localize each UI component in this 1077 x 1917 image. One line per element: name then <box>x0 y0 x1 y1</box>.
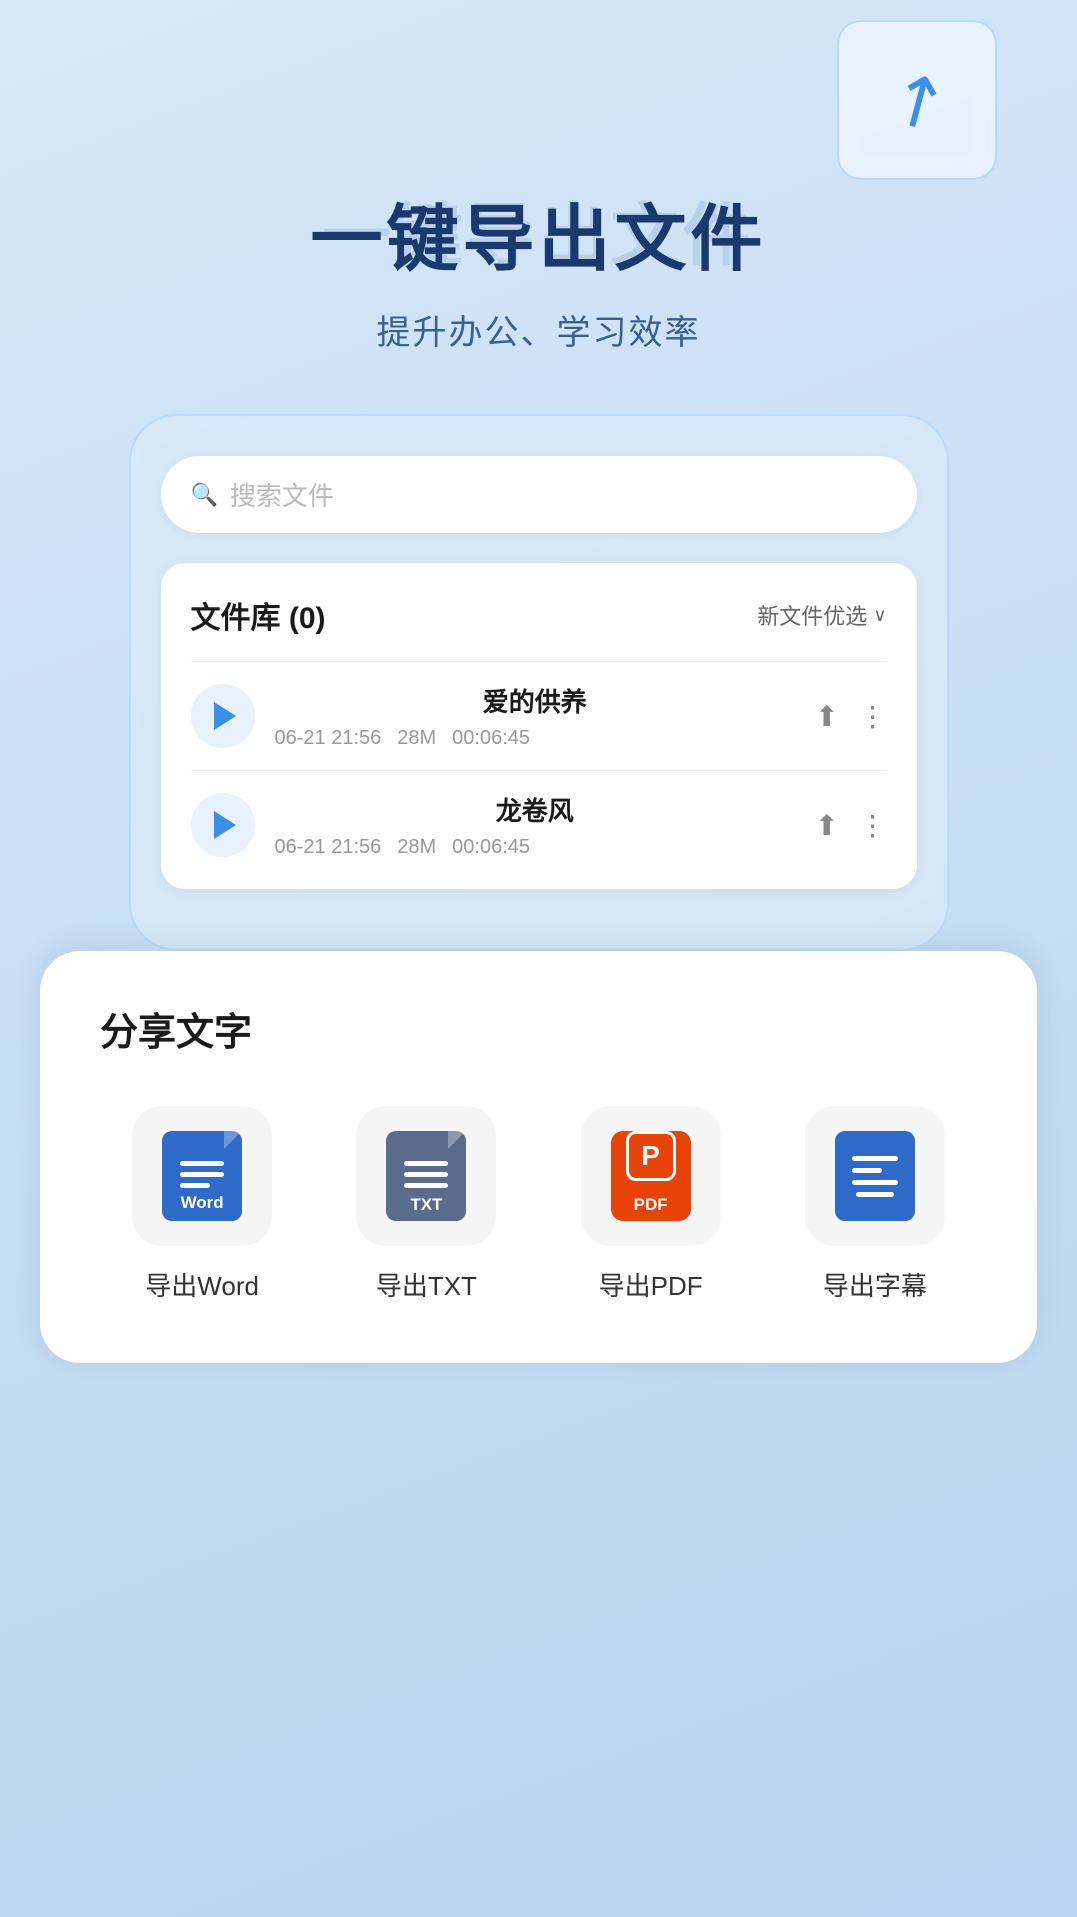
export-txt-label: 导出TXT <box>376 1266 477 1303</box>
bottom-spacer <box>0 1363 1077 1443</box>
txt-badge-text: TXT <box>410 1195 442 1215</box>
file-info-1: 爱的供养 06-21 21:56 28M 00:06:45 <box>275 682 796 750</box>
play-triangle-icon-2 <box>214 811 236 839</box>
library-title: 文件库 (0) <box>191 593 326 637</box>
subtitle-line-1 <box>852 1156 898 1161</box>
subtitle-icon <box>835 1131 915 1221</box>
file-date-1: 06-21 21:56 <box>275 727 382 750</box>
export-subtitle-item[interactable]: 导出字幕 <box>773 1106 977 1303</box>
search-bar[interactable]: 🔍 搜索文件 <box>161 456 917 533</box>
search-placeholder-text: 搜索文件 <box>230 476 334 513</box>
export-word-icon-wrap: Word <box>132 1106 272 1246</box>
txt-line-3 <box>404 1183 448 1188</box>
hero-title: 一键导出文件 <box>0 180 1077 285</box>
chevron-down-icon: ∨ <box>873 605 886 626</box>
file-date-2: 06-21 21:56 <box>275 836 382 859</box>
export-txt-item[interactable]: TXT 导出TXT <box>324 1106 528 1303</box>
file-duration-2: 00:06:45 <box>452 836 530 859</box>
export-pdf-item[interactable]: P PDF 导出PDF <box>549 1106 753 1303</box>
folder-icon: ↗ <box>837 20 997 180</box>
hero-subtitle: 提升办公、学习效率 <box>0 305 1077 354</box>
file-name-1: 爱的供养 <box>275 682 796 719</box>
word-line-1 <box>180 1161 224 1166</box>
share-title: 分享文字 <box>100 1001 977 1056</box>
pdf-label-badge: PDF <box>634 1195 668 1215</box>
folder-arrow-icon: ↗ <box>871 50 963 150</box>
share-section: 分享文字 Word 导出Word <box>40 951 1037 1363</box>
play-button-1[interactable] <box>191 684 255 748</box>
export-txt-icon-wrap: TXT <box>356 1106 496 1246</box>
more-icon-2[interactable]: ⋮ <box>859 809 887 842</box>
txt-line-2 <box>404 1172 448 1177</box>
subtitle-line-2 <box>852 1168 882 1173</box>
export-subtitle-icon-wrap <box>805 1106 945 1246</box>
more-icon-1[interactable]: ⋮ <box>859 700 887 733</box>
share-icon-1[interactable]: ⬆ <box>815 700 838 733</box>
word-icon: Word <box>162 1131 242 1221</box>
hero-section: ↗ 一键导出文件 一键导出文件 提升办公、学习效率 🔍 搜索文件 文件库 (0)… <box>0 0 1077 951</box>
sort-button[interactable]: 新文件优选 ∨ <box>757 599 886 631</box>
file-name-2: 龙卷风 <box>275 791 796 828</box>
play-triangle-icon-1 <box>214 702 236 730</box>
export-pdf-icon-wrap: P PDF <box>581 1106 721 1246</box>
export-word-label: 导出Word <box>145 1266 259 1303</box>
word-badge-text: Word <box>175 1191 230 1215</box>
subtitle-line-3 <box>852 1180 898 1185</box>
export-options: Word 导出Word TXT 导出TXT <box>100 1106 977 1303</box>
file-actions-1: ⬆ ⋮ <box>815 700 886 733</box>
library-header: 文件库 (0) 新文件优选 ∨ <box>191 593 887 637</box>
search-icon: 🔍 <box>191 482 218 508</box>
word-line-3 <box>180 1183 210 1188</box>
file-item-2: 龙卷风 06-21 21:56 28M 00:06:45 ⬆ ⋮ <box>191 770 887 879</box>
export-subtitle-label: 导出字幕 <box>823 1266 927 1303</box>
txt-line-1 <box>404 1161 448 1166</box>
file-size-2: 28M <box>397 836 436 859</box>
file-actions-2: ⬆ ⋮ <box>815 809 886 842</box>
file-item-1: 爱的供养 06-21 21:56 28M 00:06:45 ⬆ ⋮ <box>191 661 887 770</box>
file-library: 文件库 (0) 新文件优选 ∨ 爱的供养 06-21 21:56 28M 00:… <box>161 563 917 889</box>
share-icon-2[interactable]: ⬆ <box>815 809 838 842</box>
word-icon-lines <box>180 1161 224 1188</box>
play-button-2[interactable] <box>191 793 255 857</box>
export-word-item[interactable]: Word 导出Word <box>100 1106 304 1303</box>
file-meta-1: 06-21 21:56 28M 00:06:45 <box>275 727 796 750</box>
txt-icon: TXT <box>386 1131 466 1221</box>
app-mockup: 🔍 搜索文件 文件库 (0) 新文件优选 ∨ 爱的供养 06- <box>129 414 949 951</box>
folder-icon-decoration: ↗ <box>837 20 997 180</box>
subtitle-line-4 <box>856 1192 894 1197</box>
file-duration-1: 00:06:45 <box>452 727 530 750</box>
file-info-2: 龙卷风 06-21 21:56 28M 00:06:45 <box>275 791 796 859</box>
pdf-p-badge: P <box>626 1131 676 1181</box>
txt-icon-lines <box>404 1161 448 1188</box>
file-size-1: 28M <box>397 727 436 750</box>
subtitle-lines <box>852 1156 898 1197</box>
sort-label: 新文件优选 <box>757 599 867 631</box>
export-pdf-label: 导出PDF <box>599 1266 703 1303</box>
pdf-icon: P PDF <box>606 1131 696 1221</box>
file-meta-2: 06-21 21:56 28M 00:06:45 <box>275 836 796 859</box>
word-line-2 <box>180 1172 224 1177</box>
